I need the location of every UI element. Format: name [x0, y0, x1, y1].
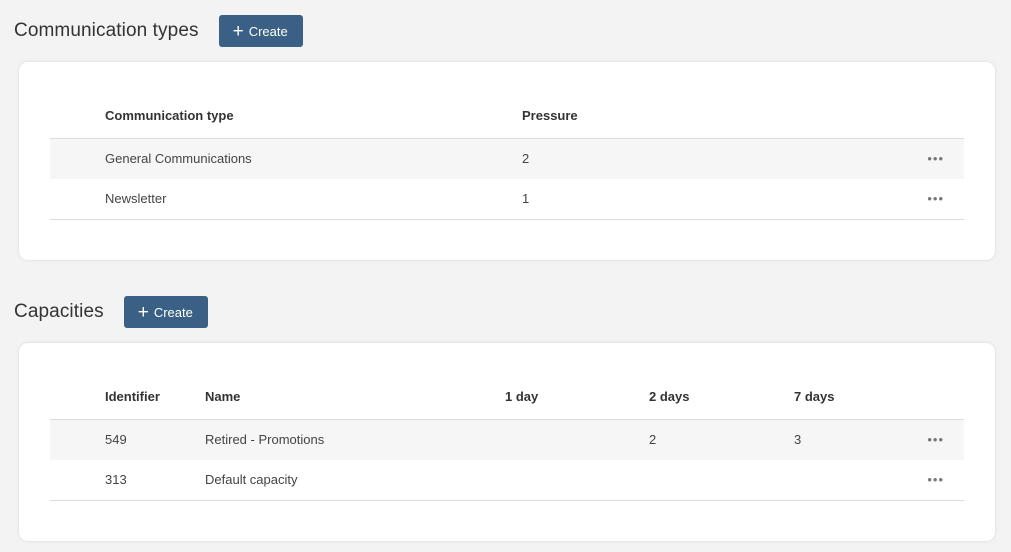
- cell-identifier: 313: [105, 472, 127, 487]
- create-button-label: Create: [153, 304, 193, 320]
- table-row[interactable]: Newsletter 1 •••: [50, 179, 964, 220]
- column-header-2-days[interactable]: 2 days: [649, 375, 689, 419]
- column-header-pressure[interactable]: Pressure: [522, 94, 578, 138]
- cell-communication-type: Newsletter: [105, 191, 167, 206]
- cell-identifier: 549: [105, 432, 127, 447]
- column-header-1-day[interactable]: 1 day: [505, 375, 538, 419]
- capacities-header: Capacities + Create: [14, 296, 208, 328]
- column-header-identifier[interactable]: Identifier: [105, 375, 160, 419]
- cell-7-days: 3: [794, 432, 802, 447]
- capacities-table: Identifier Name 1 day 2 days 7 days 549 …: [50, 375, 964, 501]
- capacities-card: Identifier Name 1 day 2 days 7 days 549 …: [19, 343, 995, 541]
- more-horizontal-icon[interactable]: •••: [927, 420, 944, 460]
- communication-types-table: Communication type Pressure General Comm…: [50, 94, 964, 220]
- more-horizontal-icon[interactable]: •••: [927, 179, 944, 219]
- column-header-communication-type[interactable]: Communication type: [105, 94, 234, 138]
- cell-pressure: 1: [522, 191, 530, 206]
- plus-icon: +: [137, 301, 149, 323]
- table-row[interactable]: 313 Default capacity •••: [50, 460, 964, 501]
- create-button-label: Create: [248, 23, 288, 39]
- column-header-7-days[interactable]: 7 days: [794, 375, 834, 419]
- plus-icon: +: [232, 20, 244, 42]
- table-header: Identifier Name 1 day 2 days 7 days: [50, 375, 964, 420]
- cell-name: Default capacity: [205, 472, 298, 487]
- communication-types-header: Communication types + Create: [14, 15, 303, 47]
- cell-communication-type: General Communications: [105, 151, 252, 166]
- create-communication-type-button[interactable]: + Create: [218, 15, 303, 47]
- cell-2-days: 2: [649, 432, 657, 447]
- column-header-name[interactable]: Name: [205, 375, 240, 419]
- more-horizontal-icon[interactable]: •••: [927, 139, 944, 179]
- table-row[interactable]: 549 Retired - Promotions 2 3 •••: [50, 420, 964, 460]
- cell-name: Retired - Promotions: [205, 432, 325, 447]
- table-row[interactable]: General Communications 2 •••: [50, 139, 964, 179]
- communication-types-card: Communication type Pressure General Comm…: [19, 62, 995, 260]
- communication-types-title: Communication types: [14, 20, 199, 41]
- cell-pressure: 2: [522, 151, 530, 166]
- more-horizontal-icon[interactable]: •••: [927, 460, 944, 500]
- create-capacity-button[interactable]: + Create: [123, 296, 208, 328]
- capacities-title: Capacities: [14, 301, 104, 322]
- table-header: Communication type Pressure: [50, 94, 964, 139]
